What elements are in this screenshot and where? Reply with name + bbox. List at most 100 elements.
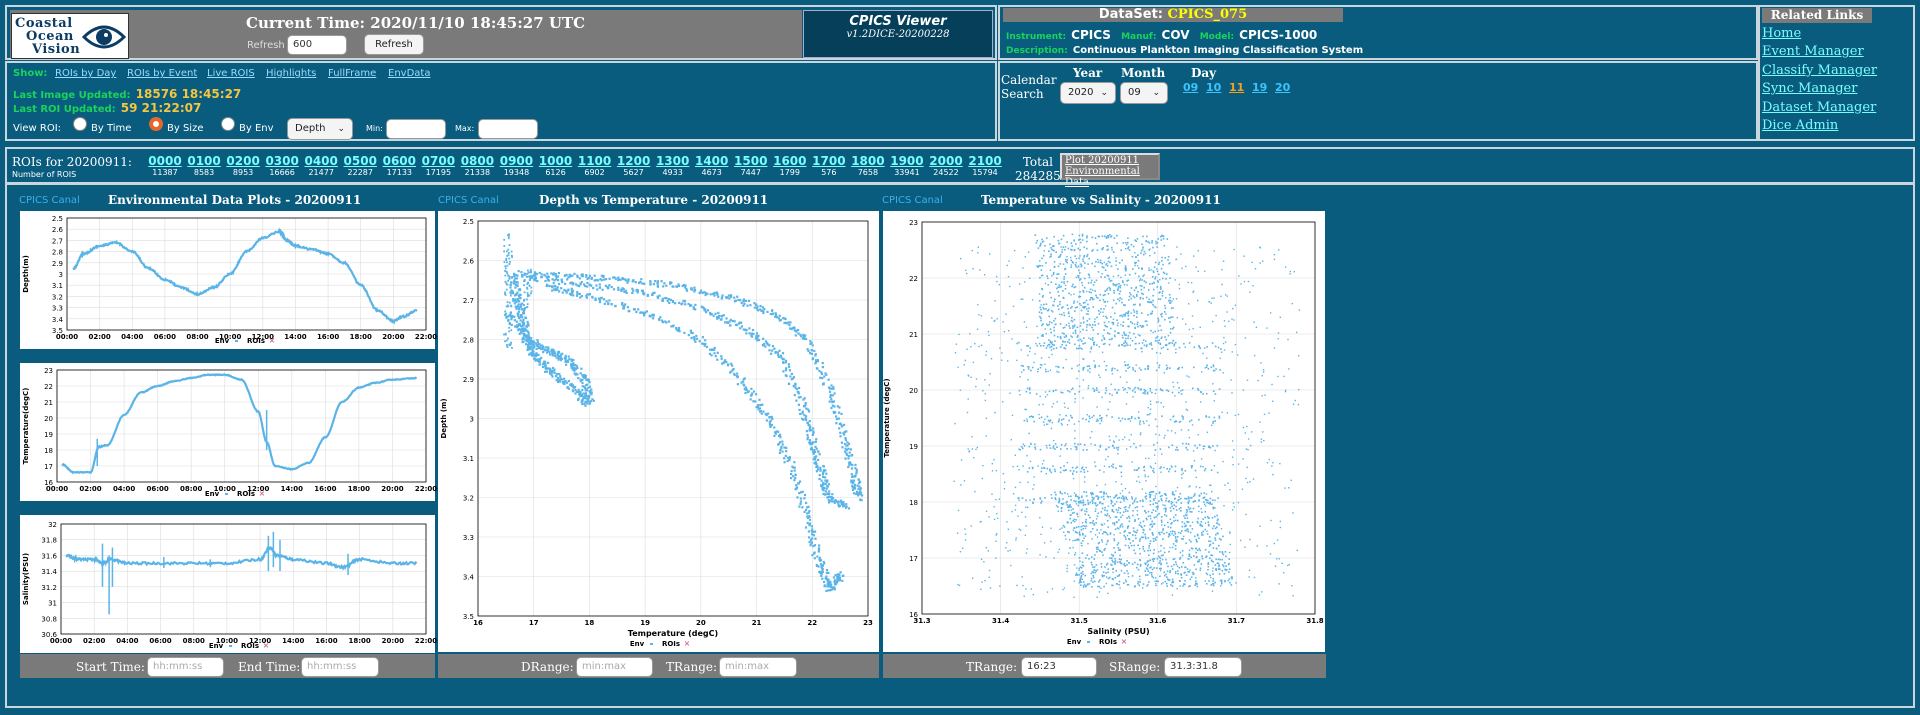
scatter-point <box>1212 499 1214 501</box>
scatter-point <box>989 373 991 375</box>
scatter-point <box>1074 263 1077 266</box>
scatter-point <box>1215 314 1217 317</box>
scatter-point <box>610 303 613 306</box>
scatter-point <box>558 290 561 293</box>
scatter-point <box>1255 326 1258 328</box>
scatter-point <box>1183 535 1185 538</box>
scatter-point <box>587 276 591 279</box>
scatter-point <box>1167 536 1170 538</box>
scatter-point <box>1124 315 1126 317</box>
scatter-point <box>817 468 820 471</box>
scatter-point <box>1096 548 1098 550</box>
scatter-point <box>1117 448 1119 451</box>
scatter-point <box>971 448 974 450</box>
scatter-point <box>1209 574 1211 577</box>
scatter-point <box>826 496 829 499</box>
scatter-point <box>1057 551 1059 553</box>
scatter-point <box>1285 266 1287 268</box>
scatter-point <box>1135 364 1137 366</box>
scatter-point <box>1185 401 1187 403</box>
scatter-point <box>1168 532 1171 535</box>
scatter-point <box>1157 298 1160 300</box>
scatter-point <box>1133 388 1135 390</box>
scatter-point <box>605 300 608 303</box>
scatter-point <box>993 518 996 521</box>
scatter-point <box>1102 311 1104 313</box>
legend-rois: ROIs <box>247 337 265 345</box>
scatter-point <box>822 383 825 386</box>
scatter-point <box>1105 514 1108 517</box>
scatter-point <box>1110 499 1112 502</box>
scatter-point <box>1124 579 1127 581</box>
scatter-point <box>1136 312 1138 315</box>
scatter-point <box>1197 299 1199 302</box>
scatter-point <box>591 398 594 401</box>
scatter-point <box>1061 424 1063 426</box>
scatter-point <box>1226 311 1228 313</box>
scatter-point <box>597 279 600 282</box>
scatter-point <box>1067 407 1069 409</box>
scatter-point <box>1040 470 1043 473</box>
scatter-point <box>1158 500 1160 502</box>
scatter-point <box>1113 534 1115 536</box>
y-tick-label: 23 <box>44 367 53 375</box>
scatter-point <box>1224 341 1227 343</box>
scatter-point <box>1198 505 1200 508</box>
scatter-point <box>787 363 790 366</box>
scatter-point <box>799 412 802 415</box>
scatter-point <box>584 404 587 407</box>
scatter-point <box>1186 510 1189 512</box>
scatter-point <box>1145 492 1147 494</box>
scatter-point <box>534 342 537 345</box>
scatter-point <box>1025 552 1028 554</box>
scatter-point <box>752 400 755 403</box>
scatter-point <box>1113 539 1116 542</box>
scatter-point <box>1096 249 1099 251</box>
salinity-time-chart <box>60 523 427 647</box>
scatter-point <box>1232 509 1234 511</box>
scatter-point <box>1124 265 1127 267</box>
scatter-point <box>1109 533 1112 535</box>
scatter-point <box>984 399 987 402</box>
scatter-point <box>1078 569 1080 571</box>
scatter-point <box>1160 519 1163 522</box>
scatter-point <box>1063 465 1065 467</box>
scatter-point <box>1249 481 1251 483</box>
scatter-point <box>1075 261 1077 264</box>
scatter-point <box>1062 246 1065 248</box>
scatter-point <box>660 280 663 283</box>
scatter-point <box>1050 247 1052 249</box>
scatter-point <box>1137 544 1139 547</box>
scatter-point <box>1089 351 1092 353</box>
scatter-point <box>833 579 837 582</box>
scatter-point <box>1079 534 1081 536</box>
scatter-point <box>1041 500 1043 503</box>
scatter-point <box>1107 332 1109 334</box>
scatter-point <box>1135 256 1137 258</box>
scatter-point <box>1008 330 1010 332</box>
scatter-point <box>802 418 805 421</box>
scatter-point <box>1288 563 1290 566</box>
scatter-point <box>546 349 549 352</box>
scatter-point <box>1084 513 1087 516</box>
scatter-point <box>1192 327 1194 330</box>
scatter-point <box>1060 510 1063 513</box>
scatter-point <box>781 443 784 446</box>
scatter-point <box>585 397 588 400</box>
scatter-point <box>1152 537 1155 540</box>
scatter-point <box>1159 352 1162 354</box>
scatter-point <box>1252 478 1255 480</box>
scatter-point <box>827 589 830 592</box>
scatter-point <box>1277 375 1279 378</box>
scatter-point <box>1167 521 1169 524</box>
scatter-point <box>1062 469 1065 472</box>
scatter-point <box>1019 376 1021 378</box>
scatter-point <box>1220 295 1222 297</box>
scatter-point <box>820 574 823 577</box>
scatter-point <box>1029 277 1031 280</box>
scatter-point <box>1119 492 1122 495</box>
scatter-point <box>993 459 995 461</box>
scatter-point <box>972 361 975 364</box>
scatter-point <box>685 287 688 291</box>
scatter-point <box>1187 506 1190 508</box>
